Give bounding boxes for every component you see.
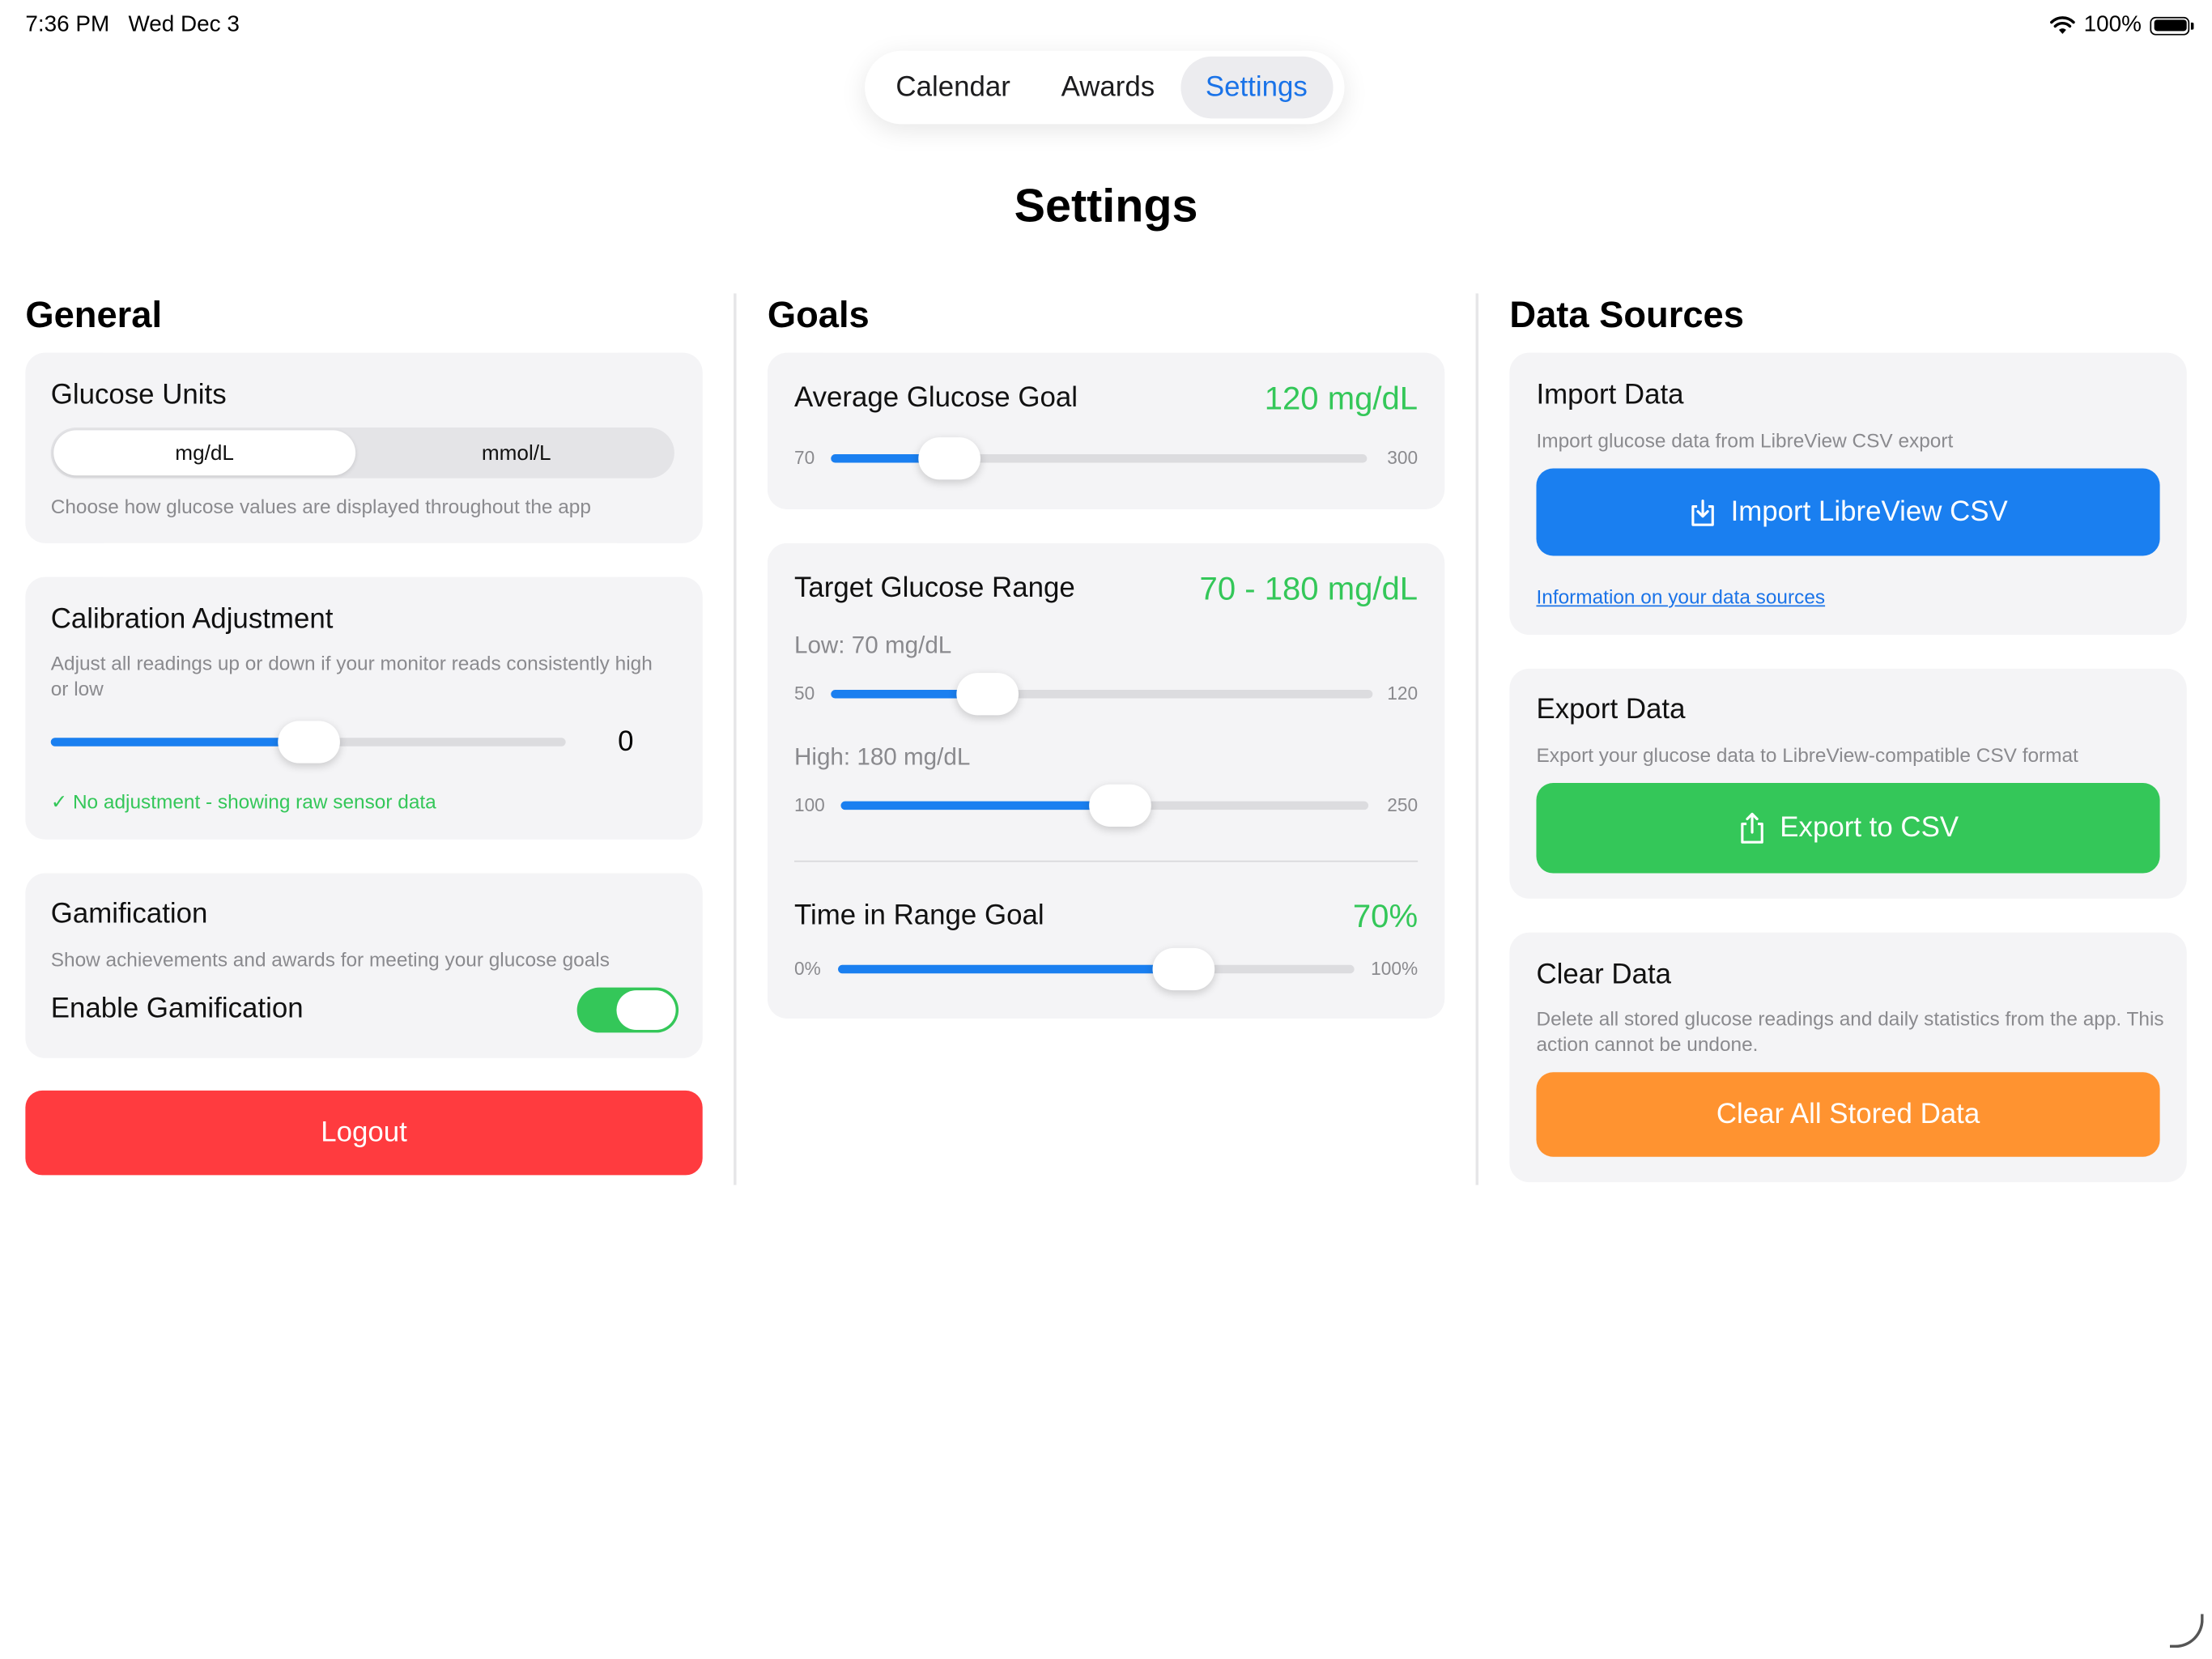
calibration-slider-fill [50,738,308,747]
import-data-title: Import Data [1536,379,1684,411]
low-max-label: 120 [1387,683,1419,704]
gamification-description: Show achievements and awards for meeting… [50,947,610,971]
average-slider-thumb[interactable] [917,437,981,480]
resize-corner-indicator [2169,1614,2204,1648]
tab-awards[interactable]: Awards [1036,57,1180,119]
high-threshold-label: High: 180 mg/dL [793,743,971,771]
export-data-title: Export Data [1536,694,1686,725]
calibration-slider[interactable] [50,721,566,764]
data-sources-heading: Data Sources [1509,293,1744,336]
calibration-description: Adjust all readings up or down if your m… [50,651,653,700]
column-divider [1475,293,1479,1185]
average-glucose-title: Average Glucose Goal [793,382,1078,414]
time-in-range-slider-fill [837,964,1185,974]
time-in-range-slider-thumb[interactable] [1152,947,1215,991]
average-min-label: 70 [793,447,815,469]
average-glucose-slider[interactable] [831,437,1368,480]
gamification-card: Gamification Show achievements and award… [25,873,703,1058]
calibration-status: ✓ No adjustment - showing raw sensor dat… [50,789,436,813]
gamification-toggle-label: Enable Gamification [50,993,304,1024]
high-max-label: 250 [1387,793,1419,816]
calibration-slider-thumb[interactable] [277,721,340,764]
share-icon [1740,812,1763,844]
export-data-description: Export your glucose data to LibreView-co… [1536,743,2078,767]
toggle-knob [616,990,676,1030]
glucose-units-title: Glucose Units [50,379,227,411]
gamification-toggle[interactable] [576,987,679,1033]
clear-data-title: Clear Data [1536,959,1672,991]
clear-data-button[interactable]: Clear All Stored Data [1536,1072,2160,1157]
glucose-units-description: Choose how glucose values are displayed … [50,495,591,518]
export-csv-button[interactable]: Export to CSV [1536,783,2160,874]
low-threshold-label: Low: 70 mg/dL [793,632,952,659]
gamification-title: Gamification [50,898,208,930]
tab-bar: Calendar Awards Settings [865,50,1345,125]
clear-data-card: Clear Data Delete all stored glucose rea… [1509,932,2187,1183]
export-data-card: Export Data Export your glucose data to … [1509,668,2187,899]
goals-heading: Goals [767,293,870,336]
glucose-units-card: Glucose Units mg/dL mmol/L Choose how gl… [25,352,703,543]
export-csv-label: Export to CSV [1780,811,1959,844]
high-slider-fill [840,801,1121,810]
time-in-range-value: 70% [1352,897,1419,934]
logout-button[interactable]: Logout [25,1090,703,1176]
calibration-title: Calibration Adjustment [50,603,334,636]
high-slider-thumb[interactable] [1089,784,1152,827]
target-range-value: 70 - 180 mg/dL [1199,569,1419,607]
import-csv-button[interactable]: Import LibreView CSV [1536,468,2160,556]
target-range-title: Target Glucose Range [793,572,1075,604]
low-threshold-slider[interactable] [831,673,1373,716]
calibration-value: 0 [618,726,634,758]
wifi-icon [2050,16,2075,34]
section-divider [793,860,1419,862]
import-icon [1691,499,1714,526]
time-in-range-max-label: 100% [1371,958,1419,980]
average-glucose-card: Average Glucose Goal 120 mg/dL 70 300 [767,352,1445,510]
import-csv-label: Import LibreView CSV [1730,496,2008,527]
target-range-card: Target Glucose Range 70 - 180 mg/dL Low:… [767,542,1445,1019]
data-sources-info-link[interactable]: Information on your data sources [1536,585,1825,608]
unit-option-mgdl[interactable]: mg/dL [53,430,356,476]
app-window: 7:36 PM Wed Dec 3 100% Calendar Awards S… [0,0,2212,1659]
average-glucose-value: 120 mg/dL [1264,379,1419,417]
calibration-card: Calibration Adjustment Adjust all readin… [25,576,703,840]
time-in-range-title: Time in Range Goal [793,900,1044,931]
high-threshold-slider[interactable] [840,784,1369,827]
battery-icon [2150,16,2194,35]
time-in-range-min-label: 0% [793,958,821,980]
tab-calendar[interactable]: Calendar [870,57,1036,119]
import-data-description: Import glucose data from LibreView CSV e… [1536,428,1954,452]
time-in-range-slider[interactable] [837,947,1355,991]
average-max-label: 300 [1387,447,1419,469]
general-heading: General [25,293,163,336]
low-slider-thumb[interactable] [956,673,1019,716]
battery-percent: 100% [2083,12,2142,37]
import-data-card: Import Data Import glucose data from Lib… [1509,352,2187,636]
status-bar-right: 100% [2050,12,2194,38]
status-time: 7:36 PM [25,12,110,37]
high-min-label: 100 [793,793,825,816]
status-date: Wed Dec 3 [128,12,240,37]
unit-option-mmol[interactable]: mmol/L [361,430,671,475]
column-divider [734,293,737,1185]
page-title: Settings [1014,179,1198,232]
tab-settings[interactable]: Settings [1180,56,1334,119]
glucose-units-segmented-control: mg/dL mmol/L [50,427,674,479]
clear-data-description: Delete all stored glucose readings and d… [1536,1007,2164,1056]
status-bar-time: 7:36 PM Wed Dec 3 [25,13,239,38]
low-min-label: 50 [793,683,815,704]
